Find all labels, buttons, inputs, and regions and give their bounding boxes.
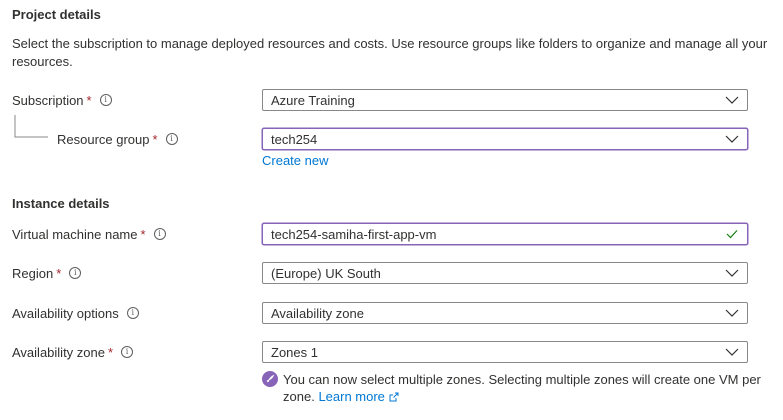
subscription-label-text: Subscription xyxy=(12,92,84,108)
required-asterisk: * xyxy=(140,226,146,242)
availability-zone-label: Availability zone * i xyxy=(12,341,134,363)
required-asterisk: * xyxy=(56,265,62,281)
vm-name-label-text: Virtual machine name xyxy=(12,226,138,242)
project-details-heading: Project details xyxy=(12,7,101,22)
chevron-down-icon xyxy=(725,96,739,104)
chevron-down-icon xyxy=(725,269,739,277)
subscription-label: Subscription * i xyxy=(12,89,112,111)
availability-options-label: Availability options i xyxy=(12,302,139,324)
region-label-text: Region xyxy=(12,265,54,281)
availability-zone-label-text: Availability zone xyxy=(12,344,105,360)
region-dropdown[interactable]: (Europe) UK South xyxy=(262,262,748,284)
vm-name-value: tech254-samiha-first-app-vm xyxy=(271,226,437,242)
resource-group-label: Resource group * i xyxy=(57,128,178,150)
info-icon[interactable]: i xyxy=(153,228,166,240)
subscription-dropdown[interactable]: Azure Training xyxy=(262,89,748,111)
tree-connector xyxy=(14,115,48,138)
project-details-description: Select the subscription to manage deploy… xyxy=(12,36,768,69)
info-icon[interactable]: i xyxy=(121,346,134,358)
learn-more-text: Learn more xyxy=(318,389,385,404)
info-icon[interactable]: i xyxy=(69,267,82,279)
region-value: (Europe) UK South xyxy=(271,265,381,281)
required-asterisk: * xyxy=(86,92,92,108)
vm-name-label: Virtual machine name * i xyxy=(12,223,166,245)
availability-zone-value: Zones 1 xyxy=(271,344,318,360)
resource-group-label-text: Resource group xyxy=(57,131,150,147)
required-asterisk: * xyxy=(107,344,114,360)
region-label: Region * i xyxy=(12,262,82,284)
create-new-link[interactable]: Create new xyxy=(262,153,328,168)
resource-group-value: tech254 xyxy=(271,131,318,147)
external-link-icon xyxy=(389,392,399,402)
required-asterisk: * xyxy=(152,131,158,147)
chevron-down-icon xyxy=(725,348,739,356)
availability-options-dropdown[interactable]: Availability zone xyxy=(262,302,748,324)
vm-name-input[interactable]: tech254-samiha-first-app-vm xyxy=(262,223,748,245)
info-icon[interactable]: i xyxy=(99,94,112,106)
multi-zone-message: You can now select multiple zones. Selec… xyxy=(283,371,763,405)
chevron-down-icon xyxy=(725,309,739,317)
subscription-value: Azure Training xyxy=(271,92,355,108)
learn-more-link[interactable]: Learn more xyxy=(318,389,399,404)
info-icon[interactable]: i xyxy=(165,133,178,145)
availability-zone-dropdown[interactable]: Zones 1 xyxy=(262,341,748,363)
info-icon[interactable]: i xyxy=(126,307,139,319)
availability-options-value: Availability zone xyxy=(271,305,364,321)
chevron-down-icon xyxy=(725,135,739,143)
instance-details-heading: Instance details xyxy=(12,196,110,211)
checkmark-icon xyxy=(726,230,738,239)
resource-group-dropdown[interactable]: tech254 xyxy=(262,128,748,150)
availability-options-label-text: Availability options xyxy=(12,305,119,321)
rocket-icon xyxy=(262,371,278,387)
